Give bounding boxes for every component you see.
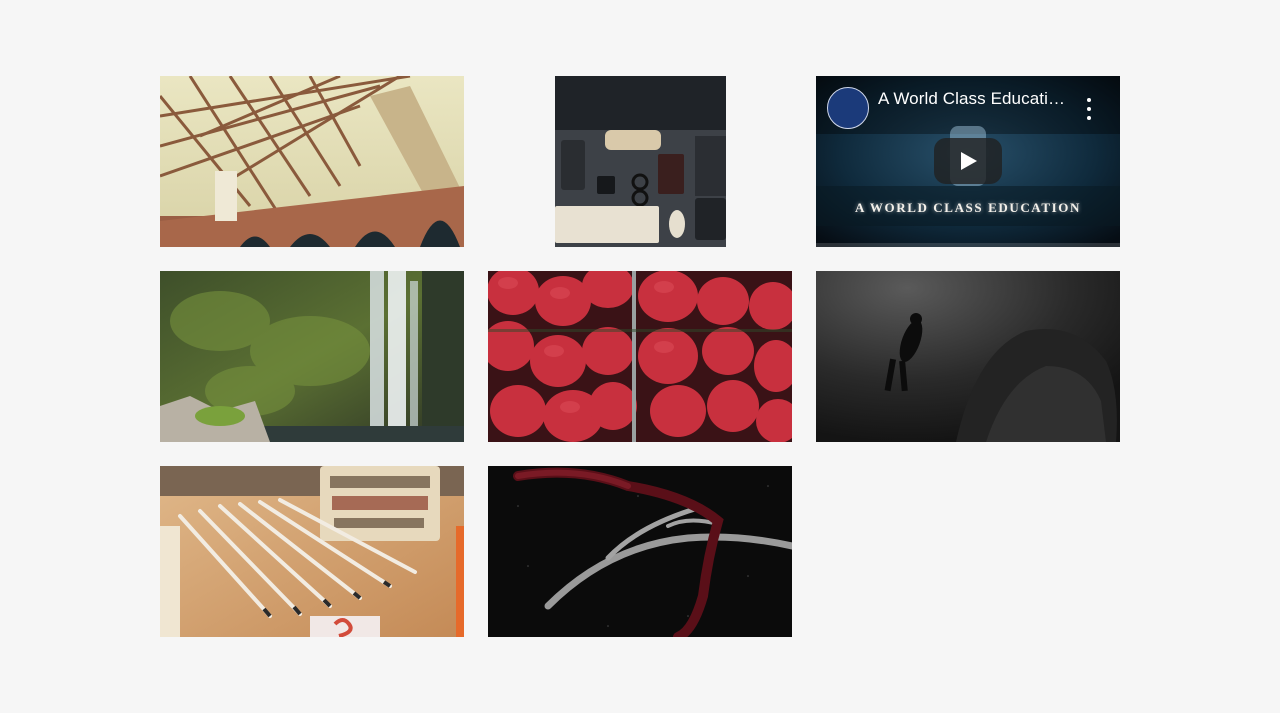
play-icon[interactable] (934, 138, 1002, 184)
gallery-image-waterfall[interactable] (160, 271, 464, 442)
bridge-image (160, 76, 464, 247)
video-embed[interactable]: A World Class Educati… A WORLD CLASS EDU… (816, 76, 1120, 247)
video-progress-bar (816, 243, 1120, 247)
diver-image (816, 271, 1120, 442)
more-options-icon[interactable] (1082, 98, 1096, 120)
gallery-image-diver[interactable] (816, 271, 1120, 442)
gallery-image-desk[interactable] (555, 76, 726, 247)
gallery-image-antler[interactable] (488, 466, 792, 637)
strawberries-image (488, 271, 792, 442)
pencils-image (160, 466, 464, 637)
desk-image (555, 76, 726, 247)
image-gallery: A World Class Educati… A WORLD CLASS EDU… (160, 76, 1120, 637)
video-caption: A WORLD CLASS EDUCATION (855, 200, 1081, 215)
video-title[interactable]: A World Class Educati… (878, 89, 1076, 109)
channel-avatar[interactable] (827, 87, 869, 129)
antler-image (488, 466, 792, 637)
waterfall-image (160, 271, 464, 442)
gallery-image-pencils[interactable] (160, 466, 464, 637)
gallery-image-bridge[interactable] (160, 76, 464, 247)
gallery-image-strawberries[interactable] (488, 271, 792, 442)
